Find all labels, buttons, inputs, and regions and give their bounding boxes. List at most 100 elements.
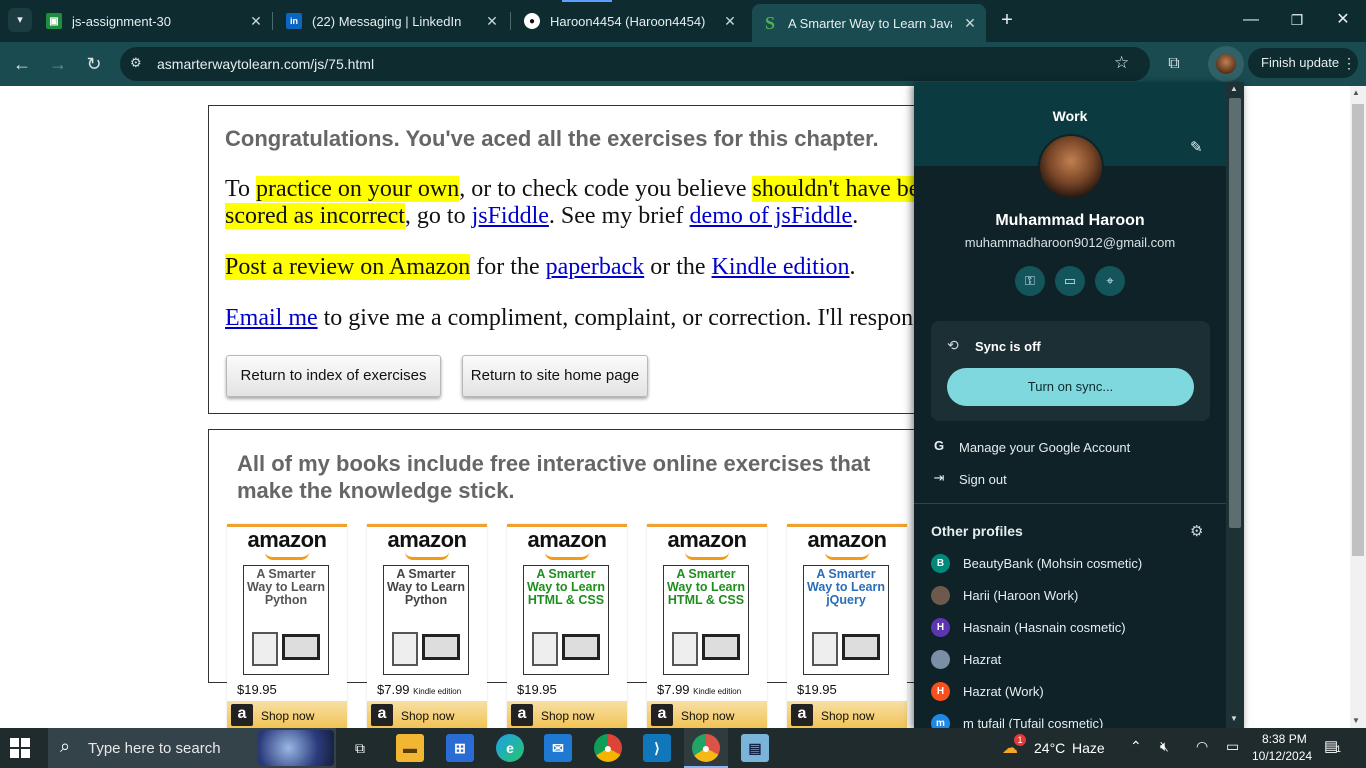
tab-linkedin[interactable]: in (22) Messaging | LinkedIn ✕ [286,6,500,36]
paperback-link[interactable]: paperback [546,254,645,280]
clock-date[interactable]: 10/12/2024 [1252,749,1312,763]
tab-search-button[interactable]: ▾ [8,8,32,32]
turn-on-sync-button[interactable]: Turn on sync... [947,368,1194,406]
microsoft-store-icon[interactable]: ⊞ [446,734,474,762]
scroll-up-arrow-icon[interactable]: ▲ [1352,88,1360,97]
bookmark-star-icon[interactable]: ☆ [1114,53,1129,73]
shop-now-button[interactable]: a Shop now [507,701,627,728]
new-tab-button[interactable]: + [996,8,1018,32]
battery-icon[interactable]: ▭ [1226,738,1239,755]
profile-avatar-icon [931,586,950,605]
edge-icon[interactable]: e [496,734,524,762]
extensions-icon[interactable]: ⧉ [1160,50,1188,78]
close-window-icon[interactable]: ✕ [1328,8,1358,32]
site-info-icon[interactable]: ⚙ [130,55,142,71]
gear-icon[interactable]: ⚙ [1190,522,1203,540]
manage-google-account-item[interactable]: G Manage your Google Account [914,432,1226,462]
other-profile-item[interactable]: B BeautyBank (Mohsin cosmetic) [914,548,1226,578]
password-key-icon[interactable]: ⚿ [1015,266,1045,296]
address-pin-icon[interactable]: ⌖ [1095,266,1125,296]
wifi-icon[interactable]: ◠ [1196,738,1208,755]
panel-scroll-up-icon[interactable]: ▲ [1230,84,1238,93]
file-explorer-icon[interactable]: ▬ [396,734,424,762]
close-tab-icon[interactable]: ✕ [722,13,738,30]
other-profile-item[interactable]: m m tufail (Tufail cosmetic) [914,708,1226,728]
volume-muted-icon[interactable]: 🔇︎ [1160,738,1169,755]
taskbar-search[interactable]: ⌕ Type here to search [48,728,336,768]
shop-now-button[interactable]: a Shop now [367,701,487,728]
amazon-smile-icon [825,552,869,560]
congrats-box: Congratulations. You've aced all the exe… [208,105,968,414]
highlight-review: Post a review on Amazon [225,254,471,280]
edit-pencil-icon[interactable]: ✎ [1190,138,1203,156]
linkedin-icon: in [286,13,302,29]
more-menu-icon[interactable]: ⋮ [1342,48,1356,78]
page-scrollbar-thumb[interactable] [1352,104,1364,556]
address-bar[interactable]: ⚙ asmarterwaytolearn.com/js/75.html ☆ [120,47,1150,81]
return-to-index-button[interactable]: Return to index of exercises [226,355,441,397]
text: , go to [404,203,472,229]
task-view-icon[interactable]: ⧉ [346,734,374,762]
text: . [852,203,859,229]
other-profile-item[interactable]: H Hazrat (Work) [914,676,1226,706]
panel-scroll-down-icon[interactable]: ▼ [1230,714,1238,723]
book-cover[interactable]: A Smarter Way to Learn HTML & CSS [663,565,749,675]
price-note: Kindle edition [693,687,742,696]
jsfiddle-demo-link[interactable]: demo of jsFiddle [690,203,853,229]
other-profile-item[interactable]: Hazrat [914,644,1226,674]
book-card[interactable]: amazon A Smarter Way to Learn Python $7.99… [367,524,487,728]
mail-icon[interactable]: ✉ [544,734,572,762]
tablet-illustration [392,632,418,666]
amazon-a-icon: a [651,704,673,726]
windows-start-icon[interactable] [10,738,32,758]
book-title: A Smarter Way to Learn Python [386,567,466,607]
book-card[interactable]: amazon A Smarter Way to Learn Python $19.9… [227,524,347,728]
payment-card-icon[interactable]: ▭ [1055,266,1085,296]
book-cover[interactable]: A Smarter Way to Learn jQuery [803,565,889,675]
sign-out-label: Sign out [959,472,1007,487]
forward-arrow-icon[interactable]: → [44,50,72,78]
book-card[interactable]: amazon A Smarter Way to Learn HTML & CSS $… [507,524,627,728]
shop-now-button[interactable]: a Shop now [787,701,907,728]
jsfiddle-link[interactable]: jsFiddle [472,203,549,229]
shop-now-label: Shop now [541,709,595,723]
restore-icon[interactable]: ❐ [1282,8,1312,32]
text: . [849,254,856,280]
return-to-home-button[interactable]: Return to site home page [462,355,648,397]
amazon-a-icon: a [791,704,813,726]
other-profile-item[interactable]: Harii (Haroon Work) [914,580,1226,610]
show-hidden-icons-chevron-icon[interactable]: ⌃ [1130,738,1142,755]
minimize-icon[interactable]: — [1236,8,1266,32]
other-profile-item[interactable]: H Hasnain (Hasnain cosmetic) [914,612,1226,642]
close-tab-icon[interactable]: ✕ [962,15,978,32]
close-tab-icon[interactable]: ✕ [484,13,500,30]
clock-time[interactable]: 8:38 PM [1262,732,1307,746]
weather-text[interactable]: Haze [1072,740,1105,756]
chrome-icon[interactable]: ● [594,734,622,762]
scroll-down-arrow-icon[interactable]: ▼ [1352,716,1360,725]
laptop-illustration [422,634,460,660]
reload-icon[interactable]: ↻ [80,50,108,78]
weather-temp[interactable]: 24°C [1034,740,1065,756]
finish-update-button[interactable]: Finish update ⋮ [1248,48,1358,78]
notes-app-icon[interactable]: ▤ [741,734,769,762]
tab-github[interactable]: ● Haroon4454 (Haroon4454) ✕ [524,6,738,36]
shop-now-button[interactable]: a Shop now [227,701,347,728]
tab-js-assignment[interactable]: ▣ js-assignment-30 ✕ [46,6,264,36]
book-cover[interactable]: A Smarter Way to Learn HTML & CSS [523,565,609,675]
sign-out-item[interactable]: ⇥ Sign out [914,464,1226,494]
tab-smarter-way-active[interactable]: S A Smarter Way to Learn JavaScript ✕ [752,4,986,42]
shop-now-button[interactable]: a Shop now [647,701,767,728]
email-me-link[interactable]: Email me [225,305,318,331]
kindle-edition-link[interactable]: Kindle edition [712,254,850,280]
profile-avatar-button[interactable] [1208,46,1244,82]
back-arrow-icon[interactable]: ← [8,50,36,78]
book-cover[interactable]: A Smarter Way to Learn Python [243,565,329,675]
close-tab-icon[interactable]: ✕ [248,13,264,30]
panel-scrollbar-thumb[interactable] [1229,98,1241,528]
book-cover[interactable]: A Smarter Way to Learn Python [383,565,469,675]
vscode-icon[interactable]: ⟩ [643,734,671,762]
book-card[interactable]: amazon A Smarter Way to Learn jQuery $19.9… [787,524,907,728]
book-card[interactable]: amazon A Smarter Way to Learn HTML & CSS $… [647,524,767,728]
shop-now-label: Shop now [401,709,455,723]
